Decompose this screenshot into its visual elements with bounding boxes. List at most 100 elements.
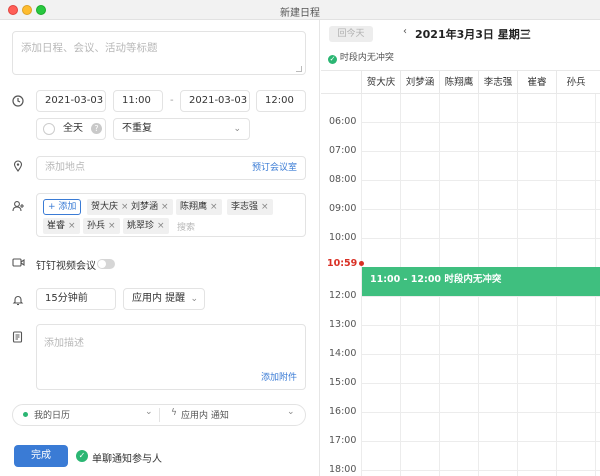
document-icon [12, 331, 23, 346]
help-icon[interactable]: ? [91, 123, 102, 134]
participant-chip: 孙兵 × [83, 218, 120, 234]
conflict-status: ✓ 时段内无冲突 [328, 50, 394, 64]
remove-icon[interactable]: × [108, 221, 116, 231]
check-icon[interactable]: ✓ [76, 450, 88, 462]
hour-label: 18:00 [329, 464, 357, 475]
hour-label: 12:00 [329, 290, 357, 301]
hour-line [361, 325, 600, 326]
hour-line [361, 354, 600, 355]
hour-line [361, 209, 600, 210]
attendee-column: 孙兵 [556, 71, 595, 95]
title-placeholder: 添加日程、会议、活动等标题 [21, 42, 158, 54]
bell-icon [12, 294, 24, 309]
range-dash: - [170, 95, 174, 106]
hour-label: 14:00 [329, 348, 357, 359]
clock-icon [12, 95, 24, 110]
hour-label: 09:00 [329, 203, 357, 214]
all-day-label: 全天 [63, 123, 83, 134]
add-participant-button[interactable]: + 添加 [43, 199, 82, 215]
calendar-notify-bar: 我的日历 ⌄ ϟ 应用内 通知 ⌄ [12, 404, 306, 426]
reminder-time-select[interactable]: 15分钟前 [36, 288, 116, 310]
location-placeholder: 添加地点 [45, 162, 85, 173]
participant-chip: 崔睿 × [43, 218, 80, 234]
repeat-select[interactable]: 不重复 ⌄ [113, 118, 250, 140]
remove-icon[interactable]: × [161, 202, 169, 212]
lightning-icon: ϟ [171, 408, 177, 418]
chevron-right-icon[interactable]: › [527, 26, 531, 37]
attendee-column: 陈翔鹰 [439, 71, 478, 95]
end-time-field[interactable]: 12:00 [256, 90, 306, 112]
start-date-field[interactable]: 2021-03-03 [36, 90, 106, 112]
chevron-left-icon[interactable]: ‹ [403, 26, 407, 37]
schedule-panel: 回今天 ‹ 2021年3月3日 星期三 › ✓ 时段内无冲突 贺大庆 刘梦涵 陈… [321, 20, 600, 476]
hour-line [361, 412, 600, 413]
location-pin-icon [12, 160, 24, 175]
hour-line [361, 296, 600, 297]
hour-line [361, 470, 600, 471]
hour-line [361, 383, 600, 384]
participant-chip: 陈翔鹰 × [176, 199, 222, 215]
date-title: 2021年3月3日 星期三 [415, 28, 531, 41]
attendee-header: 贺大庆 刘梦涵 陈翔鹰 李志强 崔睿 孙兵 [321, 70, 600, 95]
hour-label: 16:00 [329, 406, 357, 417]
hour-line [361, 151, 600, 152]
video-camera-icon [12, 257, 25, 271]
attendee-column: 贺大庆 [361, 71, 400, 95]
chevron-down-icon: ⌄ [233, 124, 241, 134]
calendar-select[interactable]: 我的日历 [34, 408, 70, 421]
event-block[interactable]: 11:00 - 12:00 时段内无冲突 [362, 267, 600, 296]
video-meeting-label: 钉钉视频会议 [36, 261, 96, 272]
chevron-down-icon: ⌄ [190, 294, 198, 304]
participant-chip: 姚翠珍 × [123, 218, 169, 234]
video-meeting-switch[interactable] [97, 259, 115, 269]
book-room-link[interactable]: 预订会议室 [252, 157, 297, 179]
add-attachment-link[interactable]: 添加附件 [261, 370, 297, 383]
all-day-toggle[interactable]: 全天 ? [36, 118, 106, 140]
hour-label: 15:00 [329, 377, 357, 388]
remove-icon[interactable]: × [261, 202, 269, 212]
event-form-panel: 添加日程、会议、活动等标题 2021-03-03 11:00 - 2021-03… [0, 20, 320, 476]
resize-handle-icon[interactable] [296, 66, 302, 72]
reminder-method-select[interactable]: 应用内 提醒 ⌄ [123, 288, 205, 310]
chevron-down-icon: ⌄ [145, 407, 153, 417]
hour-label: 06:00 [329, 116, 357, 127]
hour-label: 07:00 [329, 145, 357, 156]
window-titlebar: 新建日程 [0, 0, 600, 20]
participant-search-input[interactable]: 搜索 [177, 220, 195, 233]
current-time-dot [359, 261, 364, 266]
chevron-down-icon: ⌄ [287, 407, 295, 417]
hour-line [361, 441, 600, 442]
description-placeholder: 添加描述 [44, 338, 84, 349]
reminder-method-value: 应用内 提醒 [132, 293, 186, 304]
today-button[interactable]: 回今天 [329, 26, 373, 42]
remove-icon[interactable]: × [157, 221, 165, 231]
schedule-grid[interactable]: 06:00 07:00 08:00 09:00 10:00 12:00 13:0… [321, 94, 600, 476]
participants-box[interactable]: + 添加 贺大庆 × 刘梦涵 × 陈翔鹰 × 李志强 × 崔睿 × 孙兵 × 姚翠珍 × 搜索 [36, 193, 306, 237]
hour-label: 13:00 [329, 319, 357, 330]
attendee-column: 李志强 [478, 71, 517, 95]
location-input[interactable]: 添加地点 预订会议室 [36, 156, 306, 180]
description-input[interactable]: 添加描述 添加附件 [36, 324, 306, 390]
start-time-field[interactable]: 11:00 [113, 90, 163, 112]
hour-label: 17:00 [329, 435, 357, 446]
repeat-value: 不重复 [122, 123, 152, 134]
calendar-color-dot [23, 412, 28, 417]
attendee-column: 崔睿 [517, 71, 556, 95]
remove-icon[interactable]: × [68, 221, 76, 231]
hour-line [361, 122, 600, 123]
participant-chip: 贺大庆 × [87, 199, 133, 215]
chat-notify-label: 单聊通知参与人 [92, 454, 162, 465]
participant-chip: 李志强 × [227, 199, 273, 215]
remove-icon[interactable]: × [210, 202, 218, 212]
all-day-checkbox[interactable] [43, 123, 55, 135]
done-button[interactable]: 完成 [14, 445, 68, 467]
hour-line [361, 238, 600, 239]
end-date-field[interactable]: 2021-03-03 [180, 90, 250, 112]
title-input[interactable]: 添加日程、会议、活动等标题 [12, 31, 306, 75]
notify-select[interactable]: 应用内 通知 [181, 408, 229, 421]
divider [159, 408, 160, 422]
hour-line [361, 180, 600, 181]
hour-label: 08:00 [329, 174, 357, 185]
current-time-label: 10:59 [327, 258, 358, 269]
check-icon: ✓ [328, 55, 337, 64]
